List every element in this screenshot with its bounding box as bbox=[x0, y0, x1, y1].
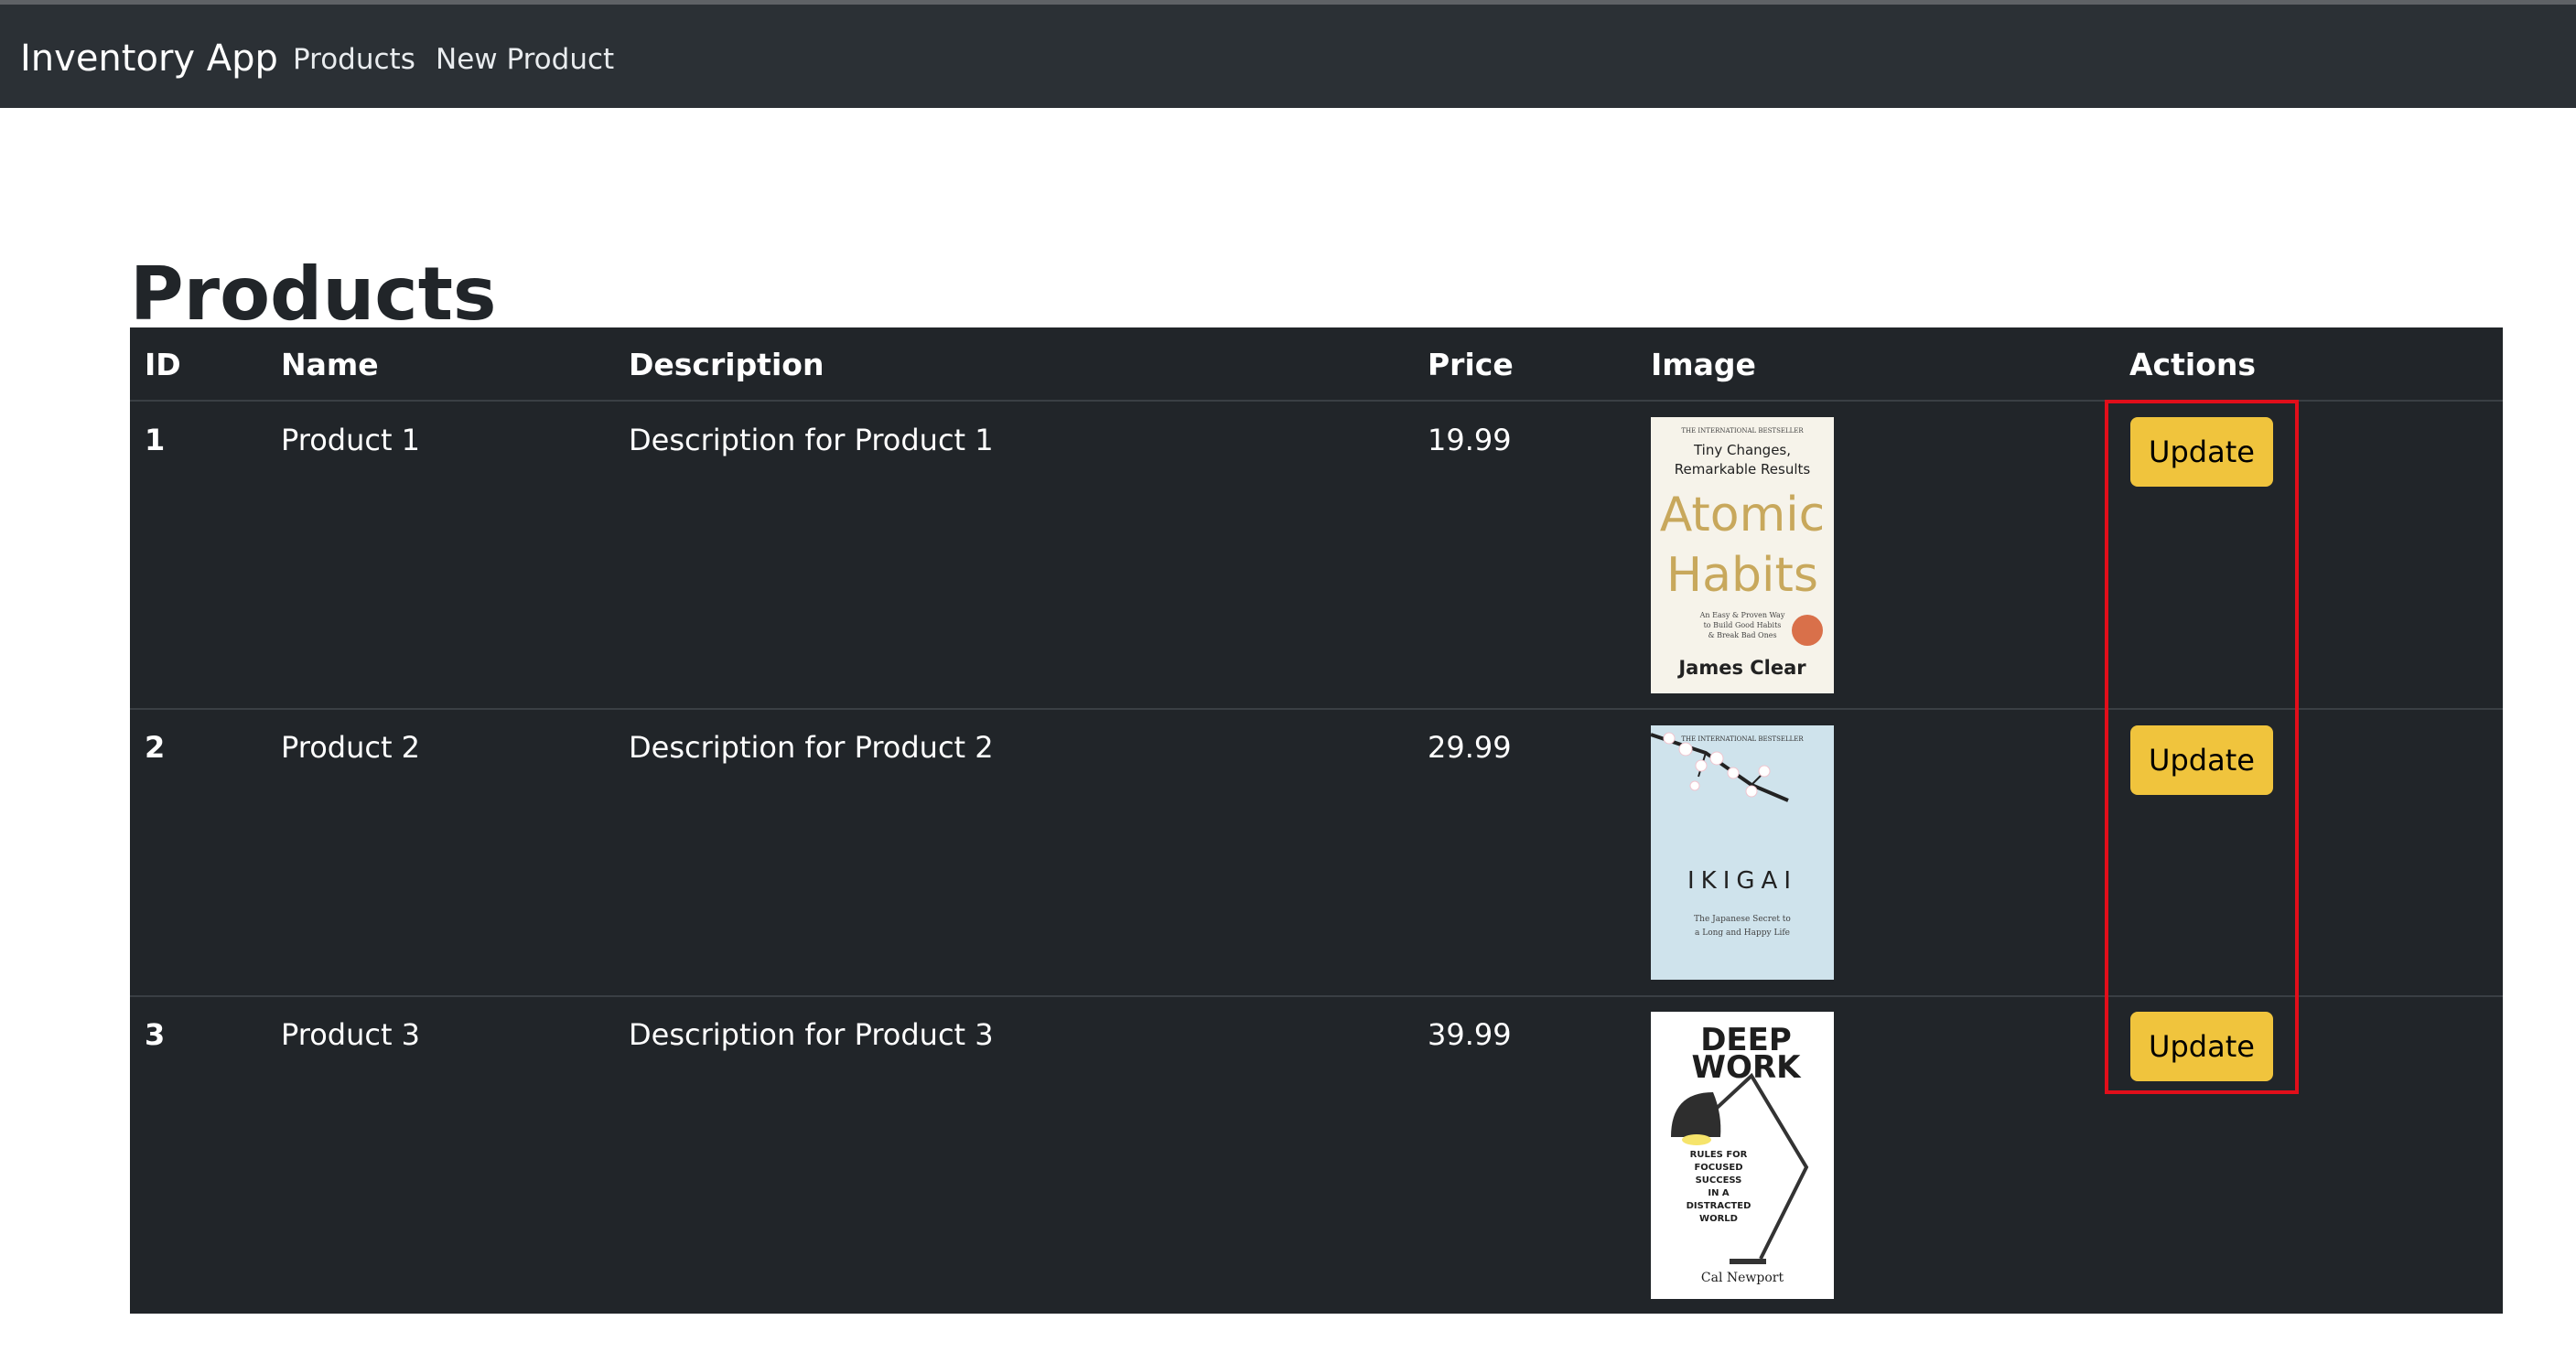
cover-text: WORLD bbox=[1699, 1214, 1738, 1224]
nav-link-products[interactable]: Products bbox=[293, 41, 415, 78]
row-name: Product 3 bbox=[281, 1017, 421, 1052]
row-description: Description for Product 3 bbox=[629, 1017, 994, 1052]
cover-text: IN A bbox=[1708, 1188, 1730, 1198]
deep-work-book-cover-icon: DEEP WORK RULES FOR FOCUSED SUCCESS IN A… bbox=[1651, 1012, 1834, 1299]
cover-text: to Build Good Habits bbox=[1704, 621, 1782, 629]
atomic-habits-book-cover-icon: THE INTERNATIONAL BESTSELLER Tiny Change… bbox=[1651, 417, 1834, 693]
page-title: Products bbox=[130, 251, 497, 337]
cover-text: Tiny Changes, bbox=[1693, 442, 1791, 458]
cover-text: James Clear bbox=[1676, 657, 1806, 679]
row-description: Description for Product 2 bbox=[629, 730, 994, 765]
row-price: 39.99 bbox=[1428, 1017, 1512, 1052]
cover-badge bbox=[1792, 615, 1823, 646]
cover-text: IKIGAI bbox=[1687, 867, 1797, 895]
row-price: 29.99 bbox=[1428, 730, 1512, 765]
row-description: Description for Product 1 bbox=[629, 423, 994, 457]
ikigai-book-cover-icon: THE INTERNATIONAL BESTSELLER IKIGAI The … bbox=[1651, 725, 1834, 980]
header-price: Price bbox=[1428, 347, 1514, 382]
cover-text: The Japanese Secret to bbox=[1694, 915, 1791, 924]
nav-link-new-product[interactable]: New Product bbox=[436, 41, 614, 78]
cover-text: Cal Newport bbox=[1701, 1271, 1784, 1285]
row-id: 1 bbox=[145, 423, 166, 457]
header-description: Description bbox=[629, 347, 825, 382]
cover-text: FOCUSED bbox=[1694, 1163, 1742, 1173]
header-id: ID bbox=[145, 347, 181, 382]
cover-text: SUCCESS bbox=[1696, 1175, 1742, 1186]
cover-text: RULES FOR bbox=[1690, 1150, 1748, 1160]
row-name: Product 1 bbox=[281, 423, 421, 457]
cover-text: THE INTERNATIONAL BESTSELLER bbox=[1681, 735, 1804, 743]
row-id: 2 bbox=[145, 730, 166, 765]
brand-link[interactable]: Inventory App bbox=[20, 37, 278, 80]
cover-text: a Long and Happy Life bbox=[1695, 928, 1790, 938]
cover-text: An Easy & Proven Way bbox=[1699, 611, 1785, 619]
cover-text: Atomic bbox=[1660, 488, 1826, 542]
row-price: 19.99 bbox=[1428, 423, 1512, 457]
actions-highlight-box bbox=[2105, 400, 2299, 1094]
header-name: Name bbox=[281, 347, 379, 382]
navbar: Inventory App Products New Product bbox=[0, 5, 2576, 108]
cover-text: Habits bbox=[1666, 548, 1818, 603]
cover-text: Remarkable Results bbox=[1675, 461, 1811, 478]
row-name: Product 2 bbox=[281, 730, 421, 765]
row-id: 3 bbox=[145, 1017, 166, 1052]
cover-text: THE INTERNATIONAL BESTSELLER bbox=[1681, 427, 1804, 435]
header-image: Image bbox=[1651, 347, 1756, 382]
cover-text: & Break Bad Ones bbox=[1708, 631, 1776, 639]
header-actions: Actions bbox=[2129, 347, 2256, 382]
cover-text: DISTRACTED bbox=[1687, 1201, 1751, 1211]
